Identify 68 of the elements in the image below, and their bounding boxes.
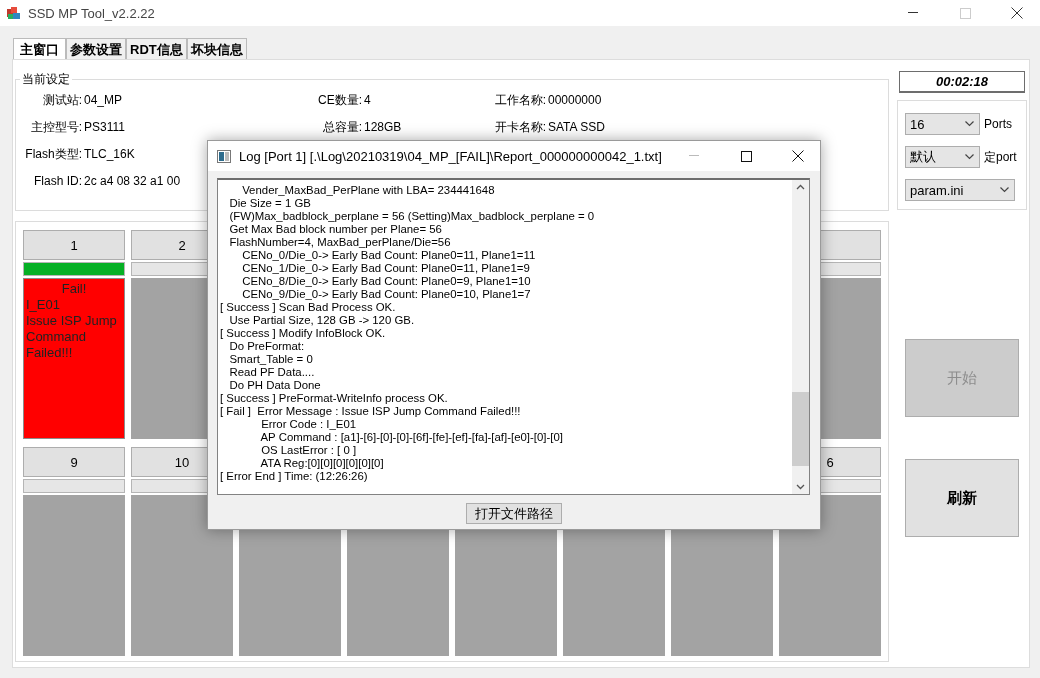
refresh-button[interactable]: 刷新 — [905, 459, 1019, 537]
log-line: OS LastError : [ 0 ] — [260, 444, 357, 457]
dropdown-caret-icon — [965, 121, 974, 127]
field-label: 主控型号: — [29, 119, 82, 135]
log-line: [ Success ] Scan Bad Process OK. — [220, 301, 396, 314]
status-title: Fail! — [60, 281, 88, 297]
status-message: I_E01 — [26, 297, 61, 313]
log-line: (FW)Max_badblock_perplane = 56 (Setting)Max_badblock_perplane = 0 — [228, 210, 595, 223]
field-label: CE数量: — [317, 92, 362, 108]
scrollbar[interactable] — [792, 180, 809, 494]
log-line: CENo_0/Die_0-> Early Bad Count: Plane0=11, Plane1=11 — [241, 249, 536, 262]
scroll-thumb[interactable] — [792, 392, 809, 466]
app-icon — [6, 6, 22, 20]
field-label: Flash ID: — [33, 173, 82, 189]
tab[interactable]: RDT信息 — [126, 38, 187, 60]
field-label: 总容量: — [321, 119, 362, 135]
dropdown[interactable]: 默认 — [905, 146, 980, 168]
field-label: 测试站: — [41, 92, 82, 108]
tab[interactable]: 参数设置 — [66, 38, 126, 60]
log-line: Use Partial Size, 128 GB -> 120 GB. — [228, 314, 415, 327]
log-line: [ Success ] Modify InfoBlock OK. — [220, 327, 386, 340]
close-icon[interactable] — [1011, 7, 1023, 19]
log-line: CENo_1/Die_0-> Early Bad Count: Plane0=11, Plane1=9 — [241, 262, 530, 275]
field-value: 2c a4 08 32 a1 00 — [84, 173, 181, 189]
dropdown-label: 定port — [984, 148, 1017, 166]
log-line: Smart_Table = 0 — [228, 353, 313, 366]
field-value: 00000000 — [548, 92, 602, 108]
log-line: CENo_8/Die_0-> Early Bad Count: Plane0=9, Plane1=10 — [241, 275, 531, 288]
dropdown-label: Ports — [984, 117, 1012, 131]
tab[interactable]: 坏块信息 — [186, 38, 247, 60]
log-line: Do PH Data Done — [228, 379, 321, 392]
field-value: 4 — [364, 92, 371, 108]
log-line: Read PF Data.... — [228, 366, 315, 379]
close-icon[interactable] — [792, 150, 804, 162]
port-header[interactable]: 9 — [23, 447, 125, 477]
minimize-icon[interactable] — [908, 12, 918, 14]
tab[interactable]: 主窗口 — [13, 38, 66, 60]
port-header[interactable]: 1 — [23, 230, 125, 260]
field-value: SATA SSD — [548, 119, 605, 135]
app-icon — [217, 149, 231, 163]
open-path-button[interactable]: 打开文件路径 — [466, 503, 562, 524]
group-title: 当前设定 — [21, 71, 71, 88]
maximize-icon[interactable] — [740, 150, 752, 162]
dropdown[interactable]: param.ini — [905, 179, 1015, 201]
log-line: Error Code : I_E01 — [260, 418, 357, 431]
field-value: 128GB — [364, 119, 402, 135]
window-title: SSD MP Tool_v2.2.22 — [28, 5, 156, 21]
log-line: Die Size = 1 GB — [228, 197, 311, 210]
field-value: TLC_16K — [84, 146, 135, 162]
log-line: Vender_MaxBad_PerPlane with LBA= 234441648 — [241, 184, 495, 197]
log-line: [ Success ] PreFormat-WriteInfo process OK. — [220, 392, 448, 405]
elapsed-timer: 00:02:18 — [899, 71, 1025, 93]
field-label: 开卡名称: — [493, 119, 546, 135]
field-value: PS3111 — [84, 119, 125, 135]
dropdown-caret-icon — [965, 154, 974, 160]
dialog-title: Log [Port 1] [.\Log\20210319\04_MP_[FAIL]\Report_000000000042_1.txt] — [239, 148, 663, 164]
field-value: 04_MP — [84, 92, 123, 108]
log-line: CENo_9/Die_0-> Early Bad Count: Plane0=10, Plane1=7 — [241, 288, 531, 301]
log-line: Do PreFormat: — [228, 340, 305, 353]
status-message: Issue ISP Jump Command Failed!!! — [26, 313, 118, 361]
dropdown[interactable]: 16 — [905, 113, 980, 135]
maximize-icon — [959, 7, 971, 19]
field-label: 工作名称: — [493, 92, 546, 108]
log-line: AP Command : [a1]-[6]-[0]-[0]-[6f]-[fe]-[ef]-[fa]-[af]-[e0]-[0]-[0] — [259, 431, 563, 444]
log-line: [ Fail ] Error Message : Issue ISP Jump Command Failed!!! — [220, 405, 521, 418]
dropdown-caret-icon — [1000, 187, 1009, 193]
field-label: Flash类型: — [24, 146, 82, 162]
log-line: ATA Reg:[0][0][0][0][0][0] — [259, 457, 384, 470]
